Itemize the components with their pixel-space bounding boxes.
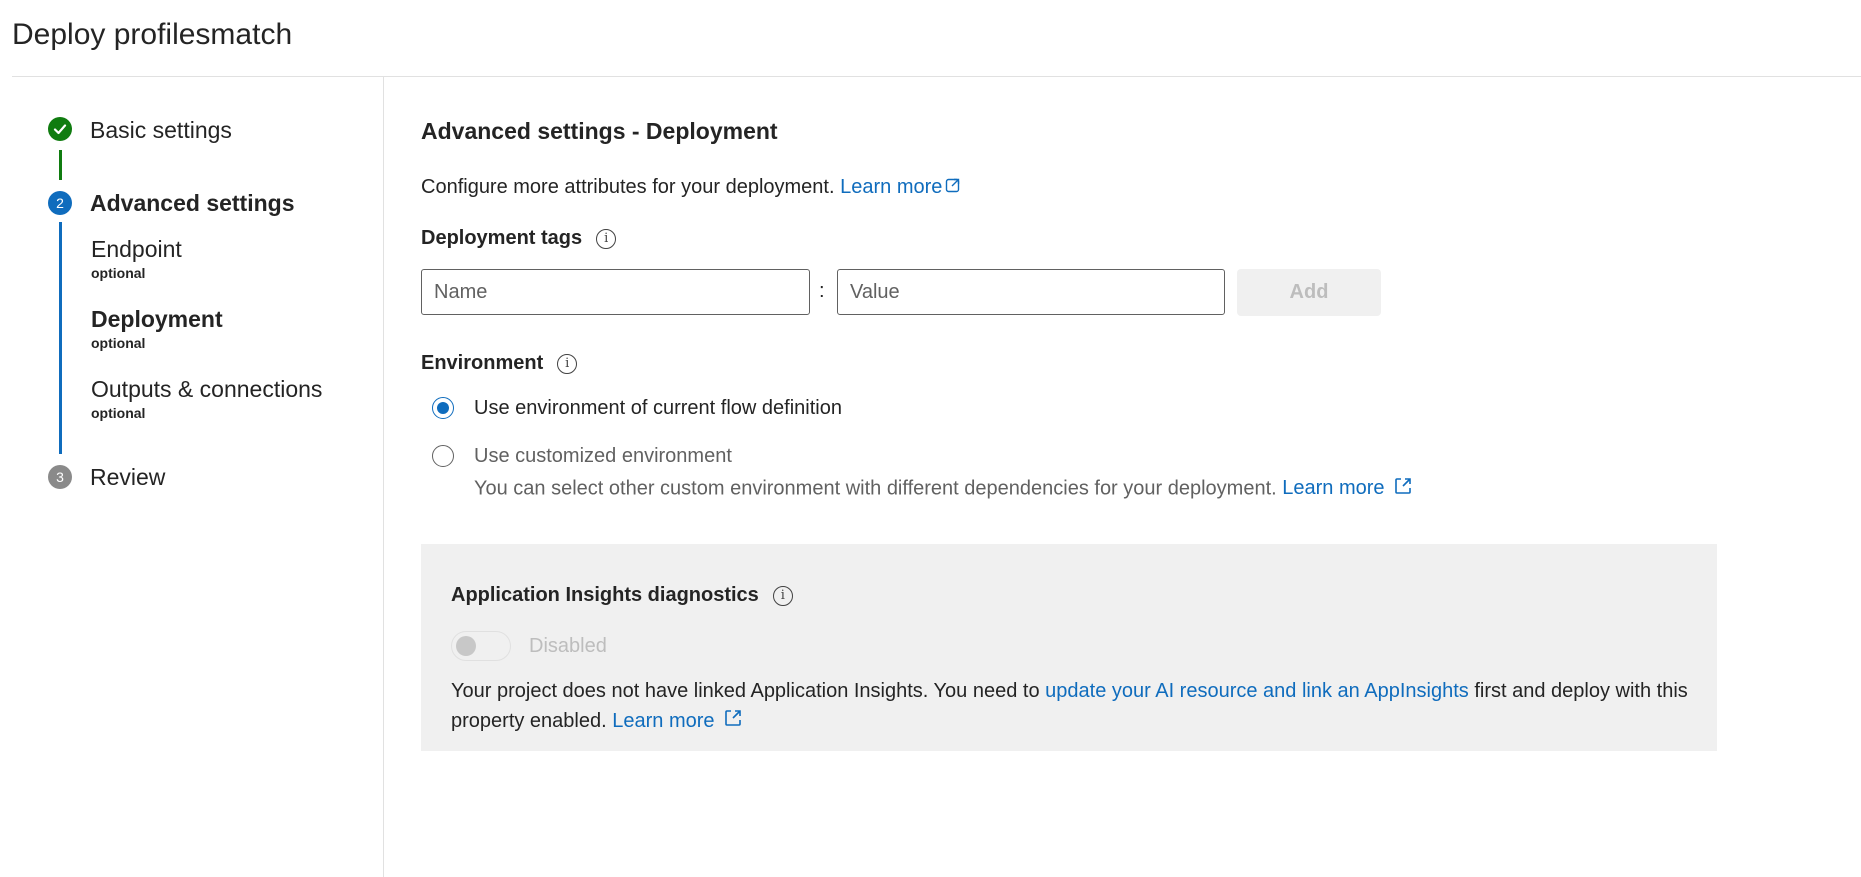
sidebar-divider	[383, 77, 384, 877]
radio-button-selected[interactable]	[432, 397, 454, 419]
insights-learn-more-link[interactable]: Learn more	[612, 709, 743, 732]
step-advanced-settings[interactable]: Advanced settings	[90, 190, 295, 217]
step-connector-current	[59, 222, 62, 454]
learn-more-label: Learn more	[612, 710, 715, 732]
radio-button[interactable]	[432, 445, 454, 467]
substep-optional-note: optional	[91, 405, 146, 421]
tag-value-input[interactable]	[837, 269, 1225, 315]
environment-label: Environment i	[421, 352, 578, 375]
substep-optional-note: optional	[91, 265, 146, 281]
custom-environment-learn-more-link[interactable]: Learn more	[1282, 477, 1413, 499]
app-insights-title: Application Insights diagnostics i	[451, 584, 793, 607]
custom-environment-hint-text: You can select other custom environment …	[474, 477, 1277, 500]
external-link-icon	[723, 707, 743, 737]
substep-outputs-connections[interactable]: Outputs & connections optional	[91, 376, 322, 421]
info-icon[interactable]: i	[596, 228, 617, 249]
radio-current-environment[interactable]: Use environment of current flow definiti…	[432, 397, 842, 420]
deployment-tags-text: Deployment tags	[421, 227, 583, 249]
learn-more-label: Learn more	[1282, 477, 1385, 500]
section-title: Advanced settings - Deployment	[421, 118, 778, 144]
link-appinsights-link[interactable]: update your AI resource and link an AppI…	[1045, 680, 1469, 702]
tag-separator: :	[819, 280, 825, 302]
radio-custom-environment[interactable]: Use customized environment	[432, 445, 732, 468]
info-icon[interactable]: i	[772, 585, 793, 606]
checkmark-icon	[48, 117, 72, 141]
substep-deployment[interactable]: Deployment optional	[91, 306, 223, 351]
step-number-badge: 2	[48, 191, 72, 215]
deployment-tags-label: Deployment tags i	[421, 227, 617, 250]
external-link-icon	[945, 176, 961, 199]
description-text: Configure more attributes for your deplo…	[421, 176, 835, 198]
app-insights-toggle[interactable]	[451, 631, 511, 661]
radio-label: Use customized environment	[474, 445, 732, 467]
learn-more-label: Learn more	[840, 176, 943, 198]
step-connector-completed	[59, 150, 62, 180]
info-icon[interactable]: i	[557, 353, 578, 374]
substep-label: Deployment	[91, 306, 223, 332]
add-tag-button[interactable]: Add	[1237, 269, 1381, 316]
substep-label: Outputs & connections	[91, 376, 323, 402]
title-divider	[12, 76, 1861, 77]
external-link-icon	[1393, 476, 1413, 502]
substep-endpoint[interactable]: Endpoint optional	[91, 236, 182, 281]
step-basic-settings[interactable]: Basic settings	[90, 117, 232, 144]
message-text-before: Your project does not have linked Applic…	[451, 680, 1046, 702]
step-review[interactable]: Review	[90, 464, 165, 491]
app-insights-message: Your project does not have linked Applic…	[451, 676, 1691, 737]
substep-label: Endpoint	[91, 236, 182, 262]
page-title: Deploy profilesmatch	[12, 18, 293, 51]
step-number-badge: 3	[48, 465, 72, 489]
toggle-state-label: Disabled	[529, 635, 607, 657]
tag-name-input[interactable]	[421, 269, 810, 315]
custom-environment-hint: You can select other custom environment …	[474, 476, 1413, 502]
environment-text: Environment	[421, 352, 544, 374]
learn-more-link[interactable]: Learn more	[840, 176, 961, 198]
radio-label: Use environment of current flow definiti…	[474, 397, 842, 419]
substep-optional-note: optional	[91, 335, 146, 351]
app-insights-title-text: Application Insights diagnostics	[451, 584, 759, 606]
section-description: Configure more attributes for your deplo…	[421, 176, 961, 199]
